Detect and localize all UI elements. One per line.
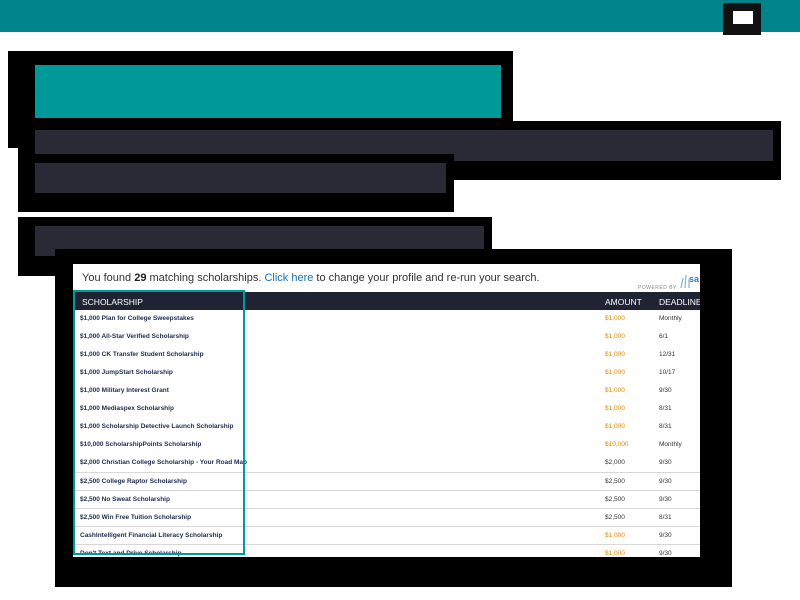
- summary-middle: matching scholarships.: [146, 272, 265, 284]
- scholarship-amount: $2,500: [605, 514, 625, 521]
- scholarship-amount: $1,000: [605, 550, 625, 557]
- summary-prefix: You found: [82, 272, 135, 284]
- scholarship-amount: $10,000: [605, 441, 629, 448]
- summary-suffix: to change your profile and re-run your s…: [313, 272, 540, 284]
- scholarship-amount: $1,000: [605, 369, 625, 376]
- scholarship-deadline: 9/30: [659, 496, 672, 503]
- scholarship-deadline: Monthly: [659, 315, 682, 322]
- scholarship-amount: $1,000: [605, 333, 625, 340]
- column-header-deadline[interactable]: DEADLINE: [659, 297, 700, 307]
- scholarship-deadline: Monthly: [659, 441, 682, 448]
- scholarship-amount: $2,500: [605, 478, 625, 485]
- scholarship-deadline: 8/31: [659, 514, 672, 521]
- scholarship-amount: $1,000: [605, 315, 625, 322]
- scholarship-amount: $1,000: [605, 423, 625, 430]
- scholarship-amount: $1,000: [605, 405, 625, 412]
- scholarship-deadline: 9/30: [659, 478, 672, 485]
- column-header-amount[interactable]: AMOUNT: [605, 297, 642, 307]
- provider-logo-text: sa: [689, 274, 700, 284]
- scholarship-deadline: 8/31: [659, 423, 672, 430]
- scholarship-amount: $1,000: [605, 351, 625, 358]
- scholarship-deadline: 6/1: [659, 333, 669, 340]
- scholarship-amount: $1,000: [605, 387, 625, 394]
- scholarship-deadline: 9/30: [659, 459, 672, 466]
- powered-by-label: POWERED BY: [638, 285, 677, 291]
- top-header-bar: [0, 0, 800, 32]
- hamburger-menu-icon[interactable]: [723, 3, 761, 35]
- scholarship-amount: $2,000: [605, 459, 625, 466]
- scholarship-deadline: 9/30: [659, 550, 672, 557]
- results-summary: You found 29 matching scholarships. Clic…: [82, 272, 540, 284]
- scholarship-deadline: 12/31: [659, 351, 676, 358]
- menu-icon-glyph: [733, 11, 753, 24]
- scholarship-column-highlight: [73, 290, 245, 555]
- scholarship-deadline: 9/30: [659, 532, 672, 539]
- scholarship-deadline: 10/17: [659, 369, 676, 376]
- redacted-title: [35, 65, 501, 118]
- change-profile-link[interactable]: Click here: [264, 272, 313, 284]
- result-count: 29: [134, 272, 147, 284]
- scholarship-amount: $2,500: [605, 496, 625, 503]
- scholarship-amount: $1,000: [605, 532, 625, 539]
- redacted-subtitle-line-2: [35, 163, 446, 193]
- scholarship-deadline: 9/30: [659, 387, 672, 394]
- scholarship-deadline: 8/31: [659, 405, 672, 412]
